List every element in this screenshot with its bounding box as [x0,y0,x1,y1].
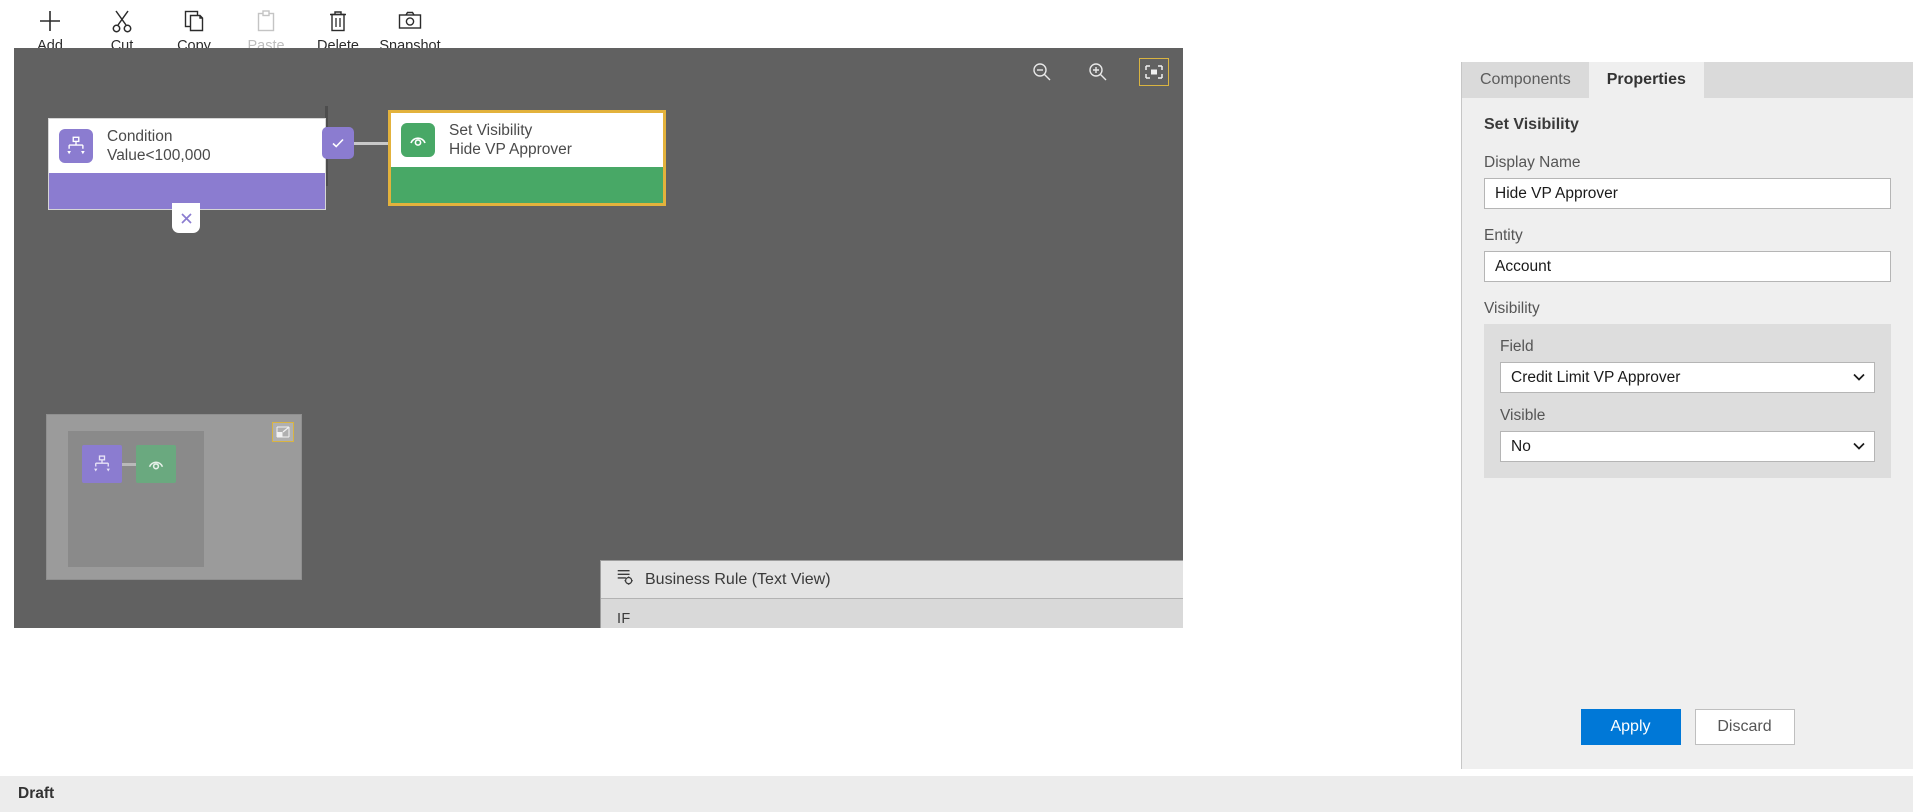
text-view-title: Business Rule (Text View) [645,570,831,588]
visibility-eye-icon [401,123,435,157]
trash-icon [326,6,350,36]
minimap-node-condition [82,445,122,483]
scissors-icon [110,6,134,36]
check-icon [332,138,344,148]
zoom-out-icon[interactable] [1027,58,1057,86]
apply-button[interactable]: Apply [1580,709,1681,745]
visibility-group: Field Credit Limit VP Approver Visible N… [1484,324,1891,478]
properties-heading: Set Visibility [1484,116,1579,133]
minimap-connector [122,463,136,466]
plus-icon [37,6,63,36]
node-condition-text: Condition Value<100,000 [107,127,211,166]
visible-select[interactable]: No [1500,431,1875,462]
field-label: Field [1500,338,1534,355]
business-rule-text-view-panel: Business Rule (Text View) IF Credit Limi… [600,560,1183,628]
field-select-wrapper: Credit Limit VP Approver [1500,362,1875,393]
visibility-group-label: Visibility [1484,300,1540,317]
display-name-label: Display Name [1484,154,1581,171]
node-set-visibility-text: Set Visibility Hide VP Approver [449,121,572,160]
properties-form: Set Visibility Display Name Hide VP Appr… [1462,98,1913,478]
display-name-field[interactable]: Hide VP Approver [1484,178,1891,209]
entity-field[interactable]: Account [1484,251,1891,282]
node-set-visibility-accent-bar [391,167,663,203]
status-badge: Draft [18,785,55,802]
text-view-body: IF Credit Limit less than 100000 THEN Hi… [601,599,1183,628]
close-x-icon [180,212,192,224]
right-properties-panel: Components Properties Set Visibility Dis… [1461,62,1913,769]
canvas-minimap[interactable] [46,414,302,580]
visible-select-wrapper: No [1500,431,1875,462]
minimap-node-set-visibility [136,445,176,483]
status-bar: Draft [0,776,1913,812]
copy-icon [182,6,206,36]
rule-designer-canvas[interactable]: Condition Value<100,000 Set Visibility H… [14,48,1183,628]
camera-icon [397,6,423,36]
minimap-viewport[interactable] [68,431,204,567]
expand-minimap-icon[interactable] [272,422,294,442]
text-view-header: Business Rule (Text View) [601,561,1183,599]
node-condition-subtitle: Value<100,000 [107,146,211,164]
canvas-zoom-controls [1027,58,1169,86]
tab-components[interactable]: Components [1462,62,1589,98]
node-condition[interactable]: Condition Value<100,000 [48,118,326,210]
visible-label: Visible [1500,407,1546,424]
discard-button[interactable]: Discard [1694,709,1795,745]
clipboard-icon [254,6,278,36]
entity-label: Entity [1484,227,1523,244]
rule-list-gear-icon [615,567,635,592]
node-set-visibility[interactable]: Set Visibility Hide VP Approver [388,110,666,206]
node-condition-title: Condition [107,127,173,145]
zoom-in-icon[interactable] [1083,58,1113,86]
branch-false-badge[interactable] [172,203,200,233]
panel-action-buttons: Apply Discard [1462,709,1913,745]
branch-true-badge[interactable] [322,127,354,159]
tab-properties[interactable]: Properties [1588,62,1704,98]
node-condition-header: Condition Value<100,000 [49,119,325,173]
field-select[interactable]: Credit Limit VP Approver [1500,362,1875,393]
text-view-if-keyword: IF [617,611,631,627]
tabstrip-filler [1703,62,1913,98]
condition-branch-icon [59,129,93,163]
node-set-visibility-header: Set Visibility Hide VP Approver [391,113,663,167]
node-set-visibility-subtitle: Hide VP Approver [449,140,572,158]
panel-tabstrip: Components Properties [1462,62,1913,98]
fit-to-screen-icon[interactable] [1139,58,1169,86]
node-set-visibility-title: Set Visibility [449,121,533,139]
